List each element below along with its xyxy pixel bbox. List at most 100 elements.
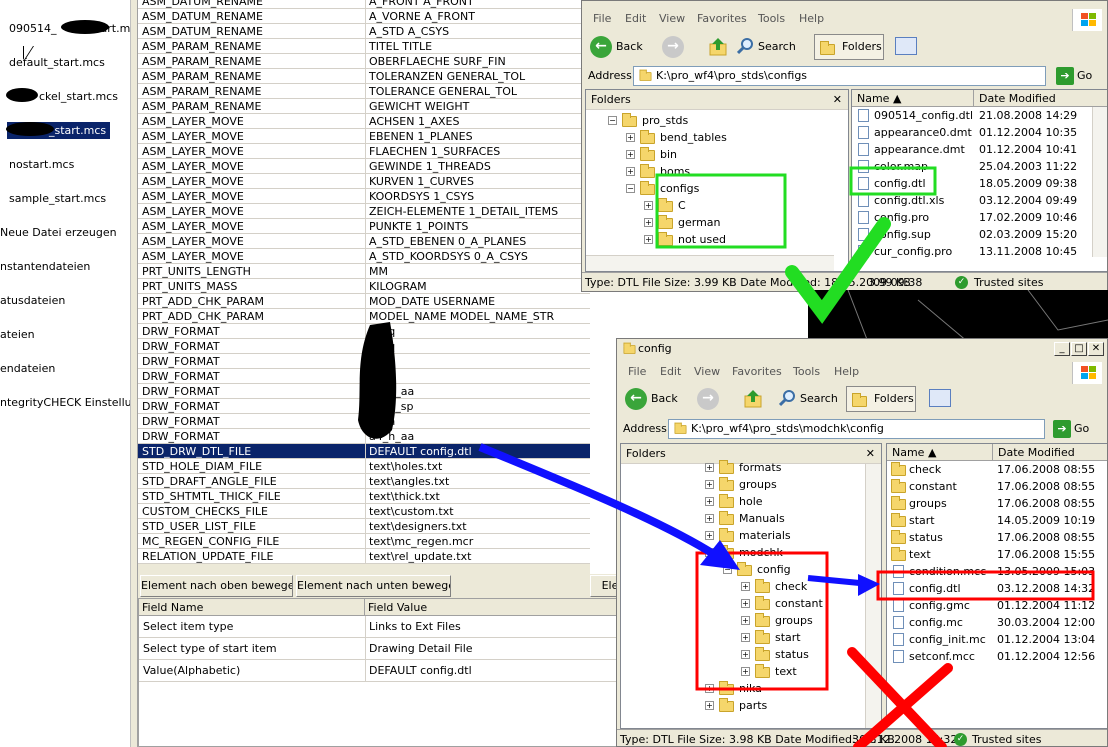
detail-row[interactable]: Select item type Links to Ext Files xyxy=(139,616,617,638)
expand-icon[interactable]: + xyxy=(741,650,750,659)
expand-icon[interactable]: + xyxy=(741,582,750,591)
detail-row[interactable]: Value(Alphabetic) DEFAULT config.dtl xyxy=(139,660,617,682)
file-row[interactable]: constant 17.06.2008 08:55 xyxy=(889,478,1107,495)
param-row[interactable]: PRT_ADD_CHK_PARAM MOD_DATE USERNAME xyxy=(138,294,590,309)
collapse-icon[interactable]: − xyxy=(705,548,714,557)
param-row[interactable]: ASM_PARAM_RENAME TOLERANZEN GENERAL_TOL xyxy=(138,69,590,84)
param-row[interactable]: DRW_FORMAT a1_q xyxy=(138,339,590,354)
file-row[interactable]: config.gmc 01.12.2004 11:12 xyxy=(889,597,1107,614)
start-file-item[interactable]: endateien xyxy=(0,360,55,377)
file-row[interactable]: status 17.06.2008 08:55 xyxy=(889,529,1107,546)
param-row[interactable]: DRW_FORMAT a4_h xyxy=(138,414,590,429)
menu-tools[interactable]: Tools xyxy=(758,12,785,25)
param-row[interactable]: ASM_LAYER_MOVE GEWINDE 1_THREADS xyxy=(138,159,590,174)
move-up-button[interactable]: Element nach oben bewegen xyxy=(140,575,293,597)
menu-file[interactable]: File xyxy=(593,12,611,25)
file-row[interactable]: appearance.dmt 01.12.2004 10:41 xyxy=(854,141,1104,158)
param-row[interactable]: ASM_PARAM_RENAME TITEL TITLE xyxy=(138,39,590,54)
file-row[interactable]: check 17.06.2008 08:55 xyxy=(889,461,1107,478)
param-row[interactable]: ASM_PARAM_RENAME GEWICHT WEIGHT xyxy=(138,99,590,114)
menu-help[interactable]: Help xyxy=(834,365,859,378)
views-icon[interactable] xyxy=(895,37,917,55)
param-row[interactable]: MC_REGEN_CONFIG_FILE text\mc_regen.mcr xyxy=(138,534,590,549)
menu-help[interactable]: Help xyxy=(799,12,824,25)
param-row[interactable]: ASM_DATUM_RENAME A_VORNE A_FRONT xyxy=(138,9,590,24)
collapse-icon[interactable]: − xyxy=(608,116,617,125)
file-row[interactable]: cur_config.pro 13.11.2008 10:45 xyxy=(854,243,1104,260)
param-row[interactable]: ASM_LAYER_MOVE ACHSEN 1_AXES xyxy=(138,114,590,129)
start-file-item[interactable]: ateien xyxy=(0,326,35,343)
param-row[interactable]: ASM_LAYER_MOVE ZEICH-ELEMENTE 1_DETAIL_IT… xyxy=(138,204,590,219)
file-row[interactable]: appearance0.dmt 01.12.2004 10:35 xyxy=(854,124,1104,141)
menu-favorites[interactable]: Favorites xyxy=(697,12,747,25)
search-button[interactable]: Search xyxy=(800,387,838,411)
move-down-button[interactable]: Element nach unten bewegen xyxy=(296,575,451,597)
expand-icon[interactable]: + xyxy=(644,201,653,210)
vertical-scrollbar[interactable] xyxy=(1092,107,1107,257)
minimize-icon[interactable]: _ xyxy=(1054,342,1070,356)
param-row[interactable]: ASM_LAYER_MOVE A_STD_EBENEN 0_A_PLANES xyxy=(138,234,590,249)
splitter[interactable] xyxy=(131,0,138,747)
param-row[interactable]: PRT_UNITS_MASS KILOGRAM xyxy=(138,279,590,294)
start-file-item[interactable]: Neue Datei erzeugen xyxy=(0,224,117,241)
param-row[interactable]: STD_HOLE_DIAM_FILE text\holes.txt xyxy=(138,459,590,474)
param-row[interactable]: PRT_ADD_CHK_PARAM MODEL_NAME MODEL_NAME_S… xyxy=(138,309,590,324)
param-row[interactable]: ASM_LAYER_MOVE EBENEN 1_PLANES xyxy=(138,129,590,144)
expand-icon[interactable]: + xyxy=(741,616,750,625)
file-row[interactable]: config.dtl 03.12.2008 14:32 xyxy=(889,580,1107,597)
expand-icon[interactable]: + xyxy=(741,599,750,608)
start-file-item[interactable]: ckel_start.mcs xyxy=(9,88,118,105)
field-name-header[interactable]: Field Name xyxy=(139,599,365,616)
folders-button[interactable]: Folders xyxy=(814,34,884,60)
maximize-icon[interactable]: □ xyxy=(1071,342,1087,356)
start-file-item[interactable]: 090514_ art.mcs xyxy=(9,20,130,37)
file-row[interactable]: config.sup 02.03.2009 15:20 xyxy=(854,226,1104,243)
param-row[interactable]: STD_USER_LIST_FILE text\designers.txt xyxy=(138,519,590,534)
expand-icon[interactable]: + xyxy=(705,684,714,693)
param-row[interactable]: RELATION_UPDATE_FILE text\rel_update.txt xyxy=(138,549,590,564)
menu-edit[interactable]: Edit xyxy=(625,12,646,25)
param-row[interactable]: DRW_FORMAT a3_q_sp xyxy=(138,399,590,414)
expand-icon[interactable]: + xyxy=(705,497,714,506)
go-arrow-icon[interactable]: ➔ xyxy=(1053,420,1071,438)
param-row[interactable]: STD_DRAFT_ANGLE_FILE text\angles.txt xyxy=(138,474,590,489)
expand-icon[interactable]: + xyxy=(644,218,653,227)
param-row[interactable]: ASM_LAYER_MOVE PUNKTE 1_POINTS xyxy=(138,219,590,234)
back-button[interactable]: Back xyxy=(651,387,678,411)
up-folder-icon[interactable] xyxy=(707,36,729,58)
param-row[interactable]: DRW_FORMAT a2_q xyxy=(138,354,590,369)
menu-favorites[interactable]: Favorites xyxy=(732,365,782,378)
address-input[interactable]: K:\pro_wf4\pro_stds\configs xyxy=(633,66,1046,86)
menu-edit[interactable]: Edit xyxy=(660,365,681,378)
param-row[interactable]: CUSTOM_CHECKS_FILE text\custom.txt xyxy=(138,504,590,519)
menu-file[interactable]: File xyxy=(628,365,646,378)
folders-button[interactable]: Folders xyxy=(846,386,916,412)
file-row[interactable]: 090514_config.dtl 21.08.2008 14:29 xyxy=(854,107,1104,124)
file-row[interactable]: config.dtl.xls 03.12.2004 09:49 xyxy=(854,192,1104,209)
param-row[interactable]: ASM_DATUM_RENAME A_FRONT A_FRONT xyxy=(138,0,590,9)
expand-icon[interactable]: + xyxy=(644,235,653,244)
file-row[interactable]: start 14.05.2009 10:19 xyxy=(889,512,1107,529)
param-row[interactable]: ASM_PARAM_RENAME TOLERANCE GENERAL_TOL xyxy=(138,84,590,99)
detail-row[interactable]: Select type of start item Drawing Detail … xyxy=(139,638,617,660)
views-icon[interactable] xyxy=(929,389,951,407)
file-row[interactable]: color.map 25.04.2003 11:22 xyxy=(854,158,1104,175)
expand-icon[interactable]: + xyxy=(705,463,714,472)
go-button[interactable]: Go xyxy=(1074,422,1089,435)
param-row[interactable]: DRW_FORMAT a4_h_aa xyxy=(138,429,590,444)
back-arrow-icon[interactable]: ← xyxy=(625,388,647,410)
expand-icon[interactable]: + xyxy=(626,150,635,159)
param-row[interactable]: ASM_PARAM_RENAME OBERFLAECHE SURF_FIN xyxy=(138,54,590,69)
back-arrow-icon[interactable]: ← xyxy=(590,36,612,58)
horizontal-scrollbar[interactable] xyxy=(586,255,834,271)
param-row[interactable]: DRW_FORMAT a3_q xyxy=(138,369,590,384)
expand-icon[interactable]: + xyxy=(741,633,750,642)
file-row[interactable]: groups 17.06.2008 08:55 xyxy=(889,495,1107,512)
collapse-icon[interactable]: − xyxy=(723,565,732,574)
param-row[interactable]: ASM_LAYER_MOVE FLAECHEN 1_SURFACES xyxy=(138,144,590,159)
param-row[interactable]: ASM_LAYER_MOVE KOORDSYS 1_CSYS xyxy=(138,189,590,204)
go-arrow-icon[interactable]: ➔ xyxy=(1056,67,1074,85)
file-row[interactable]: config.mc 30.03.2004 12:00 xyxy=(889,614,1107,631)
param-row[interactable]: ASM_DATUM_RENAME A_STD A_CSYS xyxy=(138,24,590,39)
file-row[interactable]: condition.mcc 13.05.2009 15:03 xyxy=(889,563,1107,580)
